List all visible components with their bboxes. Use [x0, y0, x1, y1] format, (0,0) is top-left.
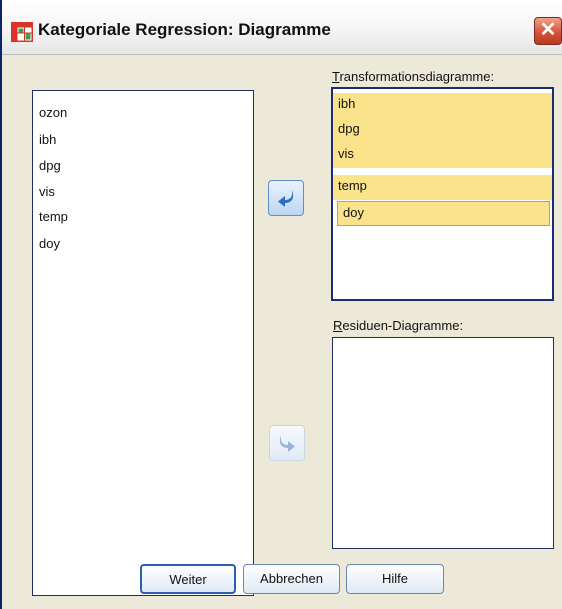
arrow-left-curved-icon	[278, 190, 294, 207]
list-item[interactable]: ozon	[39, 105, 67, 120]
title-bar[interactable]: Kategoriale Regression: Diagramme ✕	[2, 0, 562, 55]
residuals-label: Residuen-Diagramme:	[333, 318, 463, 333]
table-grid-icon	[11, 22, 33, 42]
list-item-focused[interactable]: doy	[337, 201, 550, 226]
close-button[interactable]: ✕	[534, 17, 562, 45]
arrow-right-curved-icon	[279, 435, 295, 452]
residuals-label-text: esiduen-Diagramme:	[342, 318, 464, 333]
list-item[interactable]: vis	[39, 184, 55, 199]
list-item[interactable]: ibh	[39, 132, 56, 147]
list-item[interactable]: vis	[333, 143, 552, 168]
window-title: Kategoriale Regression: Diagramme	[38, 20, 331, 39]
transformation-label-text: ransformationsdiagramme:	[339, 69, 495, 84]
source-variable-list[interactable]: ozon ibh dpg vis temp doy	[32, 90, 254, 596]
transformation-plots-list[interactable]: ibh dpg vis temp doy	[331, 87, 554, 301]
cancel-button[interactable]: Abbrechen	[243, 564, 340, 594]
list-item[interactable]: dpg	[39, 158, 61, 173]
help-button[interactable]: Hilfe	[346, 564, 444, 594]
residuals-label-mnemonic: R	[333, 318, 343, 333]
move-to-residuals-button[interactable]	[269, 425, 305, 461]
list-item[interactable]: dpg	[333, 118, 552, 143]
list-item[interactable]: ibh	[333, 93, 552, 118]
close-icon: ✕	[539, 19, 557, 41]
list-item[interactable]: temp	[333, 175, 552, 200]
move-to-source-button[interactable]	[268, 180, 304, 216]
transformation-label: Transformationsdiagramme:	[332, 69, 494, 84]
residual-plots-list[interactable]	[332, 337, 554, 549]
list-item[interactable]: temp	[39, 209, 68, 224]
dialog-window: Kategoriale Regression: Diagramme ✕ ozon…	[0, 0, 562, 609]
continue-button[interactable]: Weiter	[140, 564, 236, 594]
list-item[interactable]: doy	[39, 236, 60, 251]
